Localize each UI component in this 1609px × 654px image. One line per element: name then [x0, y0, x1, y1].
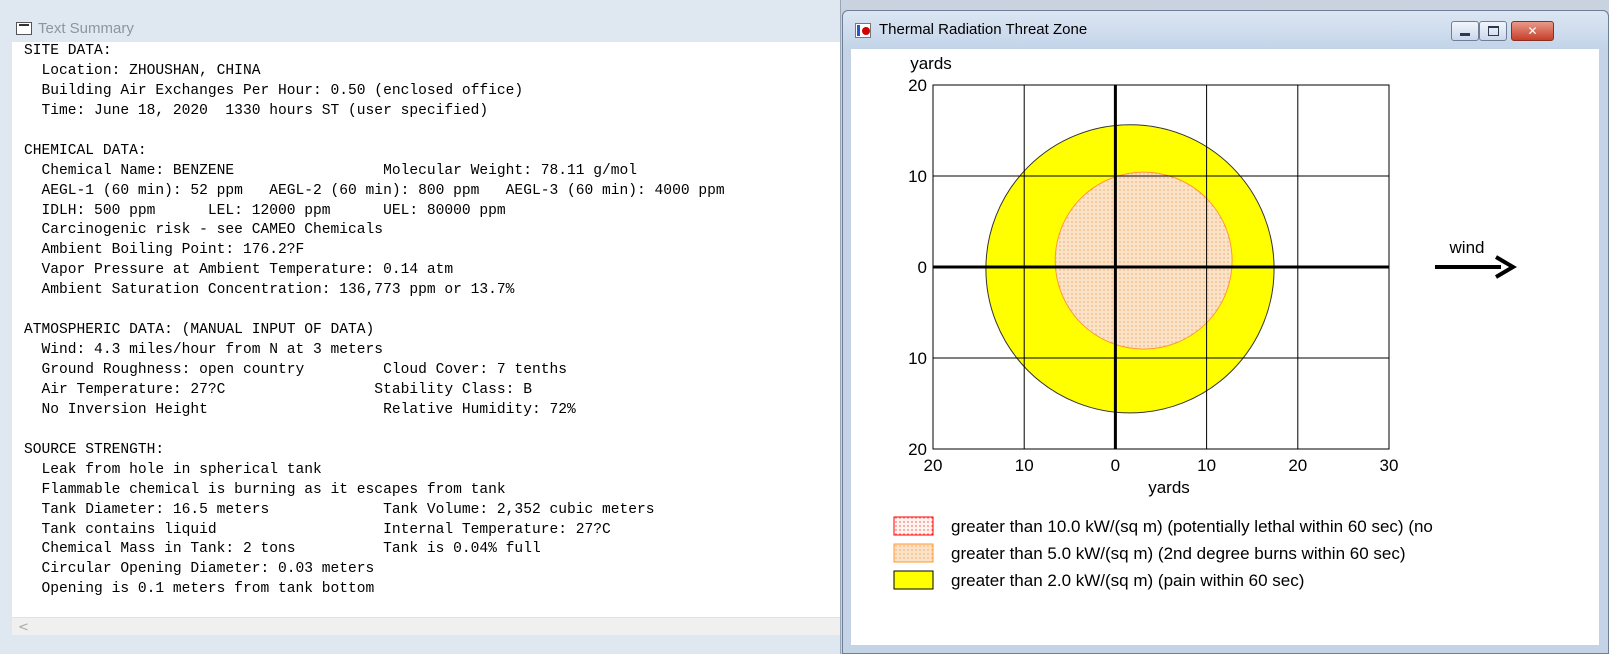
maximize-button[interactable]	[1479, 21, 1507, 41]
text-summary-app-icon	[16, 21, 32, 35]
summary-line: Ambient Saturation Concentration: 136,77…	[24, 282, 515, 299]
minimize-icon	[1460, 32, 1470, 36]
legend-label: greater than 2.0 kW/(sq m) (pain within …	[951, 571, 1304, 590]
summary-line: Building Air Exchanges Per Hour: 0.50 (e…	[24, 82, 524, 99]
wind-label: wind	[1449, 238, 1485, 257]
text-summary-title: Text Summary	[38, 19, 134, 37]
summary-line: Location: ZHOUSHAN, CHINA	[24, 62, 261, 79]
threat-zone-app-icon	[855, 23, 871, 38]
x-tick-label: 10	[1197, 456, 1216, 475]
text-summary-window: Text Summary SITE DATA: Location: ZHOUSH…	[0, 0, 841, 654]
y-axis-label: yards	[910, 54, 952, 73]
legend-label: greater than 5.0 kW/(sq m) (2nd degree b…	[951, 544, 1406, 563]
summary-line: Opening is 0.1 meters from tank bottom	[24, 581, 375, 598]
orange-threat-zone	[1054, 171, 1233, 350]
threat-zone-plot-area: 20 10 0 10 20 30 20 10 0 10 20 yards yards wind greate…	[851, 49, 1599, 645]
legend-swatch-orange	[893, 543, 934, 563]
legend-swatch-yellow	[893, 570, 934, 590]
x-axis-label: yards	[1148, 478, 1190, 497]
y-tick-label: 20	[908, 76, 927, 95]
threat-zone-titlebar[interactable]: Thermal Radiation Threat Zone ✕	[843, 11, 1608, 49]
minimize-button[interactable]	[1451, 21, 1479, 41]
summary-line: AEGL-1 (60 min): 52 ppm AEGL-2 (60 min):…	[24, 182, 725, 199]
summary-line: Ground Roughness: open country Cloud Cov…	[24, 362, 567, 378]
summary-line: Tank Diameter: 16.5 meters Tank Volume: …	[24, 501, 655, 518]
y-tick-label: 10	[908, 167, 927, 186]
summary-line: Circular Opening Diameter: 0.03 meters	[24, 561, 375, 578]
summary-line: ATMOSPHERIC DATA: (MANUAL INPUT OF DATA)	[24, 322, 375, 339]
summary-line: Carcinogenic risk - see CAMEO Chemicals	[24, 222, 384, 239]
summary-line: Ambient Boiling Point: 176.2?F	[24, 242, 305, 259]
summary-line: IDLH: 500 ppm LEL: 12000 ppm UEL: 80000 …	[24, 202, 506, 219]
summary-blank-line	[24, 421, 725, 441]
summary-line: Tank contains liquid Internal Temperatur…	[24, 521, 611, 538]
close-icon: ✕	[1527, 24, 1538, 38]
summary-line: Flammable chemical is burning as it esca…	[24, 481, 506, 498]
threat-zone-chart: 20 10 0 10 20 30201001020yardsyardswindgreate…	[893, 54, 1517, 590]
summary-line: SITE DATA:	[24, 43, 112, 59]
y-tick-label: 0	[918, 258, 927, 277]
text-summary-titlebar[interactable]: Text Summary	[0, 14, 840, 42]
summary-blank-line	[24, 122, 725, 142]
x-tick-label: 0	[1111, 456, 1120, 475]
summary-line: Vapor Pressure at Ambient Temperature: 0…	[24, 262, 454, 279]
summary-line: Wind: 4.3 miles/hour from N at 3 meters	[24, 342, 384, 359]
summary-text: SITE DATA: Location: ZHOUSHAN, CHINA Bui…	[24, 42, 725, 600]
summary-line: Chemical Name: BENZENE Molecular Weight:…	[24, 162, 638, 179]
threat-zone-title: Thermal Radiation Threat Zone	[879, 21, 1088, 38]
summary-line: CHEMICAL DATA:	[24, 142, 147, 159]
summary-line: Air Temperature: 27?C Stability Class: B	[24, 381, 532, 398]
summary-blank-line	[24, 301, 725, 321]
legend-label: greater than 10.0 kW/(sq m) (potentially…	[951, 517, 1433, 536]
y-tick-label: 10	[908, 349, 927, 368]
x-tick-label: 10	[1015, 456, 1034, 475]
maximize-icon	[1487, 26, 1499, 36]
y-tick-label: 20	[908, 440, 927, 459]
summary-line: Leak from hole in spherical tank	[24, 461, 322, 478]
threat-zone-window: Thermal Radiation Threat Zone ✕ 20 10 0 10	[842, 10, 1609, 654]
summary-line: Chemical Mass in Tank: 2 tons Tank is 0.…	[24, 541, 541, 558]
legend-swatch-red	[893, 516, 934, 536]
scroll-left-arrow-icon[interactable]: <	[18, 620, 29, 635]
summary-line: SOURCE STRENGTH:	[24, 441, 165, 458]
x-tick-label: 30	[1380, 456, 1399, 475]
text-summary-content[interactable]: SITE DATA: Location: ZHOUSHAN, CHINA Bui…	[12, 42, 840, 617]
close-button[interactable]: ✕	[1511, 21, 1554, 41]
x-tick-label: 20	[1288, 456, 1307, 475]
horizontal-scrollbar[interactable]: <	[12, 617, 840, 635]
summary-line: No Inversion Height Relative Humidity: 7…	[24, 401, 576, 418]
summary-line: Time: June 18, 2020 1330 hours ST (user …	[24, 102, 489, 119]
